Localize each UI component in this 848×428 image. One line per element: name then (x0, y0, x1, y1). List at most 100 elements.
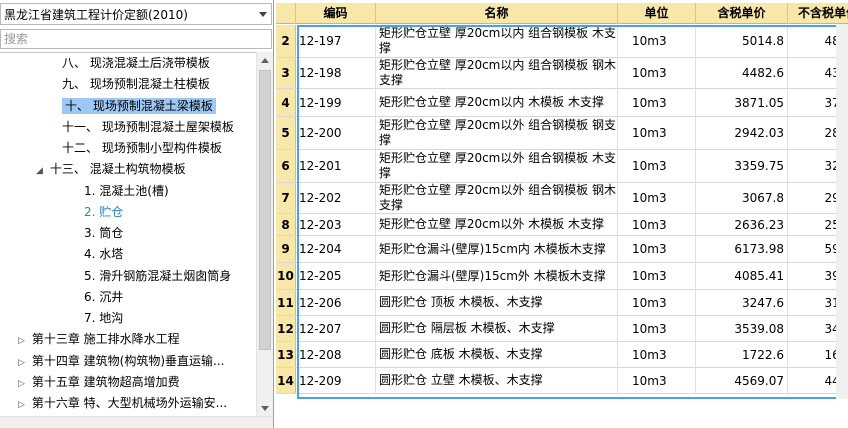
column-header-tax-price[interactable]: 含税单价 (696, 3, 788, 24)
cell-unit[interactable]: 10m3 (618, 316, 696, 341)
tree-node[interactable]: 4. 水塔 (84, 244, 123, 265)
table-row[interactable]: 4 12-199 矩形贮仓立壁 厚20cm以内 木模板 木支撑 10m3 3871.05… (276, 89, 848, 117)
cell-code[interactable]: 12-205 (296, 263, 376, 289)
row-number[interactable]: 6 (276, 150, 296, 182)
cell-name[interactable]: 矩形贮仓立壁 厚20cm以内 木模板 木支撑 (376, 89, 618, 116)
row-number-header[interactable] (276, 3, 296, 24)
cell-tax-price[interactable]: 3067.8 (696, 183, 788, 213)
table-row[interactable]: 10 12-205 矩形贮仓漏斗(壁厚)15cm外 木模板木支撑 10m3 4085.4… (276, 263, 848, 290)
cell-unit[interactable]: 10m3 (618, 236, 696, 262)
tree-node[interactable]: ▷ 第十四章 建筑物(构筑物)垂直运输... (18, 351, 224, 372)
cell-tax-price[interactable]: 1722.6 (696, 342, 788, 367)
cell-code[interactable]: 12-199 (296, 89, 376, 116)
cell-code[interactable]: 12-197 (296, 25, 376, 57)
cell-code[interactable]: 12-203 (296, 214, 376, 235)
tree-node[interactable]: 十、 现场预制混凝土梁模板 (62, 96, 216, 117)
cell-tax-price[interactable]: 2636.23 (696, 214, 788, 235)
column-header-code[interactable]: 编码 (296, 3, 376, 24)
tree-node[interactable]: 十一、 现场预制混凝土屋架模板 (62, 117, 234, 138)
cell-unit[interactable]: 10m3 (618, 58, 696, 88)
row-number[interactable]: 12 (276, 316, 296, 341)
collapsed-arrow-icon[interactable]: ▷ (18, 331, 28, 352)
tree-node[interactable]: 1. 混凝土池(槽) (84, 181, 169, 202)
cell-name[interactable]: 圆形贮仓 立壁 木模板、木支撑 (376, 368, 618, 393)
tree-horizontal-scrollbar[interactable] (0, 416, 273, 428)
cell-name[interactable]: 矩形贮仓立壁 厚20cm以内 组合钢模板 钢木支撑 (376, 58, 618, 88)
cell-unit[interactable]: 10m3 (618, 117, 696, 149)
row-number[interactable]: 11 (276, 290, 296, 315)
tree-node[interactable]: 十二、 现场预制小型构件模板 (62, 138, 222, 159)
row-number[interactable]: 10 (276, 263, 296, 289)
cell-tax-price[interactable]: 2942.03 (696, 117, 788, 149)
grid-horizontal-scrollbar[interactable] (276, 399, 848, 428)
tree-node[interactable]: 九、 现场预制混凝土柱模板 (62, 74, 210, 95)
tree-node[interactable]: 八、 现浇混凝土后浇带模板 (62, 53, 210, 74)
cell-name[interactable]: 圆形贮仓 顶板 木模板、木支撑 (376, 290, 618, 315)
table-row[interactable]: 3 12-198 矩形贮仓立壁 厚20cm以内 组合钢模板 钢木支撑 10m3 4482… (276, 58, 848, 89)
cell-unit[interactable]: 10m3 (618, 214, 696, 235)
cell-unit[interactable]: 10m3 (618, 368, 696, 393)
tree-node[interactable]: ▷ 第十三章 施工排水降水工程 (18, 329, 180, 350)
cell-name[interactable]: 矩形贮仓立壁 厚20cm以外 木模板 木支撑 (376, 214, 618, 235)
cell-unit[interactable]: 10m3 (618, 89, 696, 116)
tree-node[interactable]: ▷ 第十五章 建筑物超高增加费 (18, 372, 180, 393)
table-row[interactable]: 1412-209圆形贮仓 立壁 木模板、木支撑10m34569.074435 (276, 368, 848, 394)
table-row[interactable]: 5 12-200 矩形贮仓立壁 厚20cm以外 组合钢模板 钢支撑 10m3 2942.… (276, 117, 848, 150)
table-row[interactable]: 2 12-197 矩形贮仓立壁 厚20cm以内 组合钢模板 木支撑 10m3 5014.… (276, 25, 848, 58)
cell-tax-price[interactable]: 4569.07 (696, 368, 788, 393)
table-row[interactable]: 1212-207圆形贮仓 隔层板 木模板、木支撑10m33539.083420 (276, 316, 848, 342)
row-number[interactable]: 7 (276, 183, 296, 213)
cell-unit[interactable]: 10m3 (618, 150, 696, 182)
cell-tax-price[interactable]: 4482.6 (696, 58, 788, 88)
column-header-unit[interactable]: 单位 (618, 3, 696, 24)
tree-scroll-thumb[interactable] (259, 70, 271, 350)
expanded-arrow-icon[interactable]: ◢ (36, 161, 46, 182)
row-number[interactable]: 13 (276, 342, 296, 367)
cell-tax-price[interactable]: 4085.41 (696, 263, 788, 289)
tree-node[interactable]: 5. 滑升钢筋混凝土烟囱筒身 (84, 266, 231, 287)
collapsed-arrow-icon[interactable]: ▷ (18, 374, 28, 395)
cell-unit[interactable]: 10m3 (618, 263, 696, 289)
cell-name[interactable]: 矩形贮仓漏斗(壁厚)15cm外 木模板木支撑 (376, 263, 618, 289)
cell-tax-price[interactable]: 5014.8 (696, 25, 788, 57)
collapsed-arrow-icon[interactable]: ▷ (18, 395, 28, 416)
cell-name[interactable]: 圆形贮仓 隔层板 木模板、木支撑 (376, 316, 618, 341)
row-number[interactable]: 14 (276, 368, 296, 393)
cell-tax-price[interactable]: 3247.6 (696, 290, 788, 315)
column-header-nontax-price[interactable]: 不含税单价 (788, 3, 848, 24)
row-number[interactable]: 3 (276, 58, 296, 88)
collapsed-arrow-icon[interactable]: ▷ (18, 353, 28, 374)
tree-node[interactable]: ◢ 十三、 混凝土构筑物模板 (36, 159, 186, 180)
cell-name[interactable]: 圆形贮仓 底板 木模板、木支撑 (376, 342, 618, 367)
tree-node[interactable]: 3. 筒仓 (84, 223, 123, 244)
cell-code[interactable]: 12-207 (296, 316, 376, 341)
tree-node[interactable]: 7. 地沟 (84, 308, 123, 329)
tree-vertical-scrollbar[interactable] (256, 52, 273, 416)
table-row[interactable]: 6 12-201 矩形贮仓立壁 厚20cm以外 组合钢模板 木支撑 10m3 3359.… (276, 150, 848, 183)
cell-name[interactable]: 矩形贮仓立壁 厚20cm以外 组合钢模板 钢木支撑 (376, 183, 618, 213)
tree-node[interactable]: ▷ 第十六章 特、大型机械场外运输安... (18, 393, 227, 414)
cell-code[interactable]: 12-206 (296, 290, 376, 315)
chevron-down-icon[interactable] (255, 4, 271, 24)
cell-tax-price[interactable]: 3539.08 (696, 316, 788, 341)
table-row[interactable]: 1112-206圆形贮仓 顶板 木模板、木支撑10m33247.63167 (276, 290, 848, 316)
cell-code[interactable]: 12-204 (296, 236, 376, 262)
cell-unit[interactable]: 10m3 (618, 290, 696, 315)
grid-vertical-scrollbar[interactable] (836, 24, 848, 399)
cell-code[interactable]: 12-209 (296, 368, 376, 393)
table-row[interactable]: 7 12-202 矩形贮仓立壁 厚20cm以外 组合钢模板 钢木支撑 10m3 3067… (276, 183, 848, 214)
cell-tax-price[interactable]: 3359.75 (696, 150, 788, 182)
cell-unit[interactable]: 10m3 (618, 183, 696, 213)
scroll-down-arrow-icon[interactable] (257, 400, 273, 416)
table-row[interactable]: 8 12-203 矩形贮仓立壁 厚20cm以外 木模板 木支撑 10m3 2636.23… (276, 214, 848, 236)
cell-code[interactable]: 12-198 (296, 58, 376, 88)
table-row[interactable]: 9 12-204 矩形贮仓漏斗(壁厚)15cm内 木模板木支撑 10m3 6173.98… (276, 236, 848, 263)
row-number[interactable]: 9 (276, 236, 296, 262)
cell-code[interactable]: 12-202 (296, 183, 376, 213)
quota-library-select[interactable]: 黑龙江省建筑工程计价定额(2010) (0, 3, 272, 25)
cell-name[interactable]: 矩形贮仓立壁 厚20cm以外 组合钢模板 木支撑 (376, 150, 618, 182)
row-number[interactable]: 4 (276, 89, 296, 116)
cell-code[interactable]: 12-200 (296, 117, 376, 149)
cell-tax-price[interactable]: 6173.98 (696, 236, 788, 262)
search-input[interactable] (4, 32, 271, 46)
